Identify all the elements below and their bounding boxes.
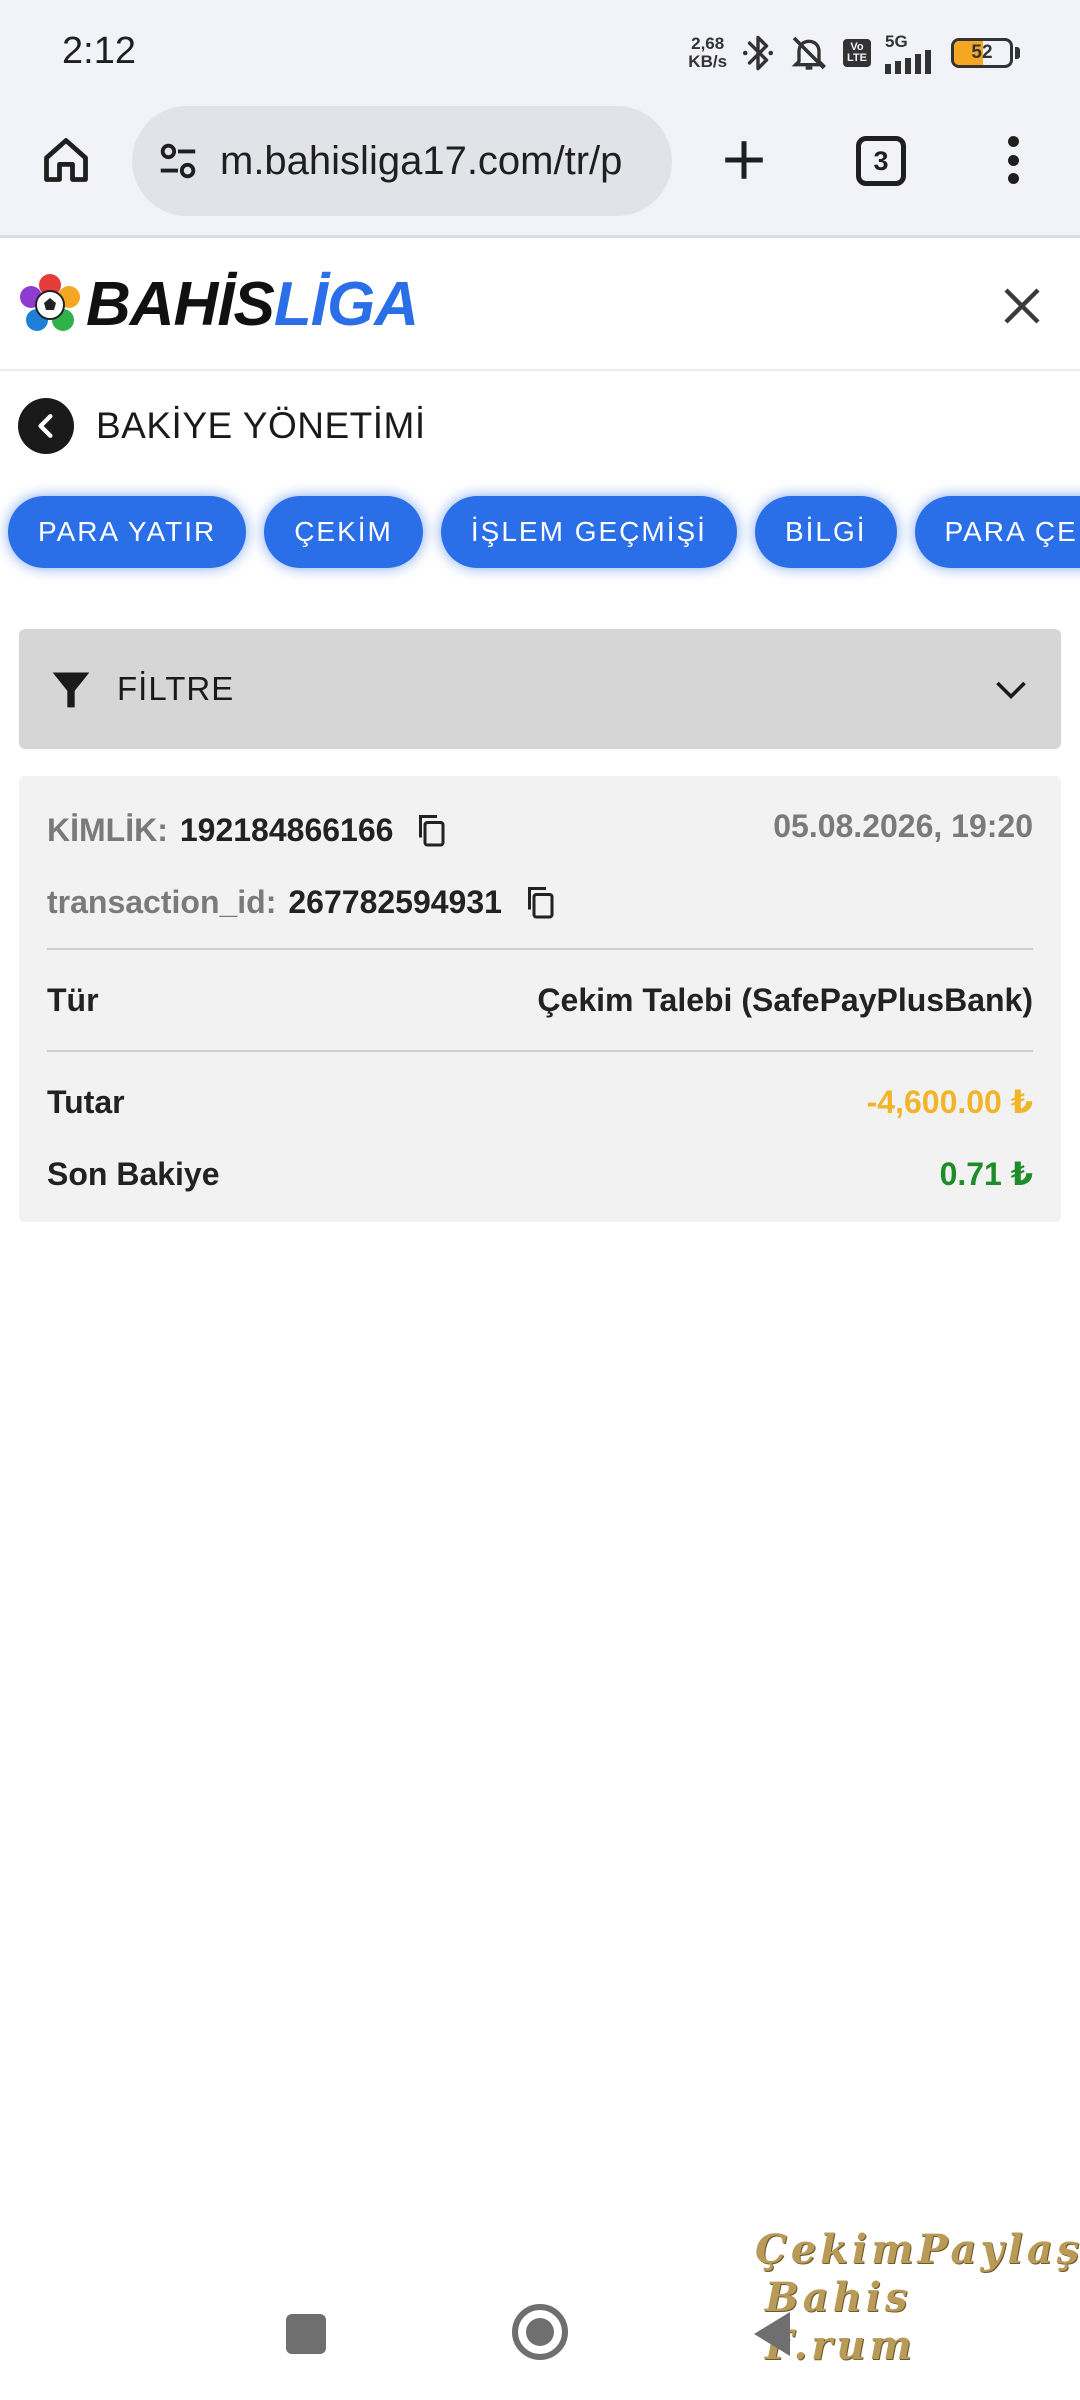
battery-tip xyxy=(1015,47,1020,59)
network-speed: 2,68 KB/s xyxy=(688,35,727,71)
logo-text-part1: BAHİS xyxy=(86,270,275,339)
balance-tabs: PARA YATIR ÇEKİM İŞLEM GEÇMİŞİ BİLGİ PAR… xyxy=(8,496,1080,568)
logo-ball-icon xyxy=(20,274,80,331)
filter-label: FİLTRE xyxy=(117,670,235,707)
site-header: BAHİSLİGA xyxy=(0,241,1080,371)
bluetooth-icon xyxy=(741,33,775,73)
amount-value: -4,600.00 ₺ xyxy=(866,1084,1033,1120)
transaction-ref-row: transaction_id: 267782594931 xyxy=(47,876,560,928)
battery-level: 52 xyxy=(971,42,993,63)
back-triangle-icon[interactable] xyxy=(752,2310,792,2358)
logo-text: BAHİSLİGA xyxy=(86,270,419,339)
site-logo[interactable]: BAHİSLİGA xyxy=(18,269,419,341)
tab-withdrawal-request[interactable]: PARA ÇEKME xyxy=(914,496,1080,568)
amount-label: Tutar xyxy=(47,1083,125,1120)
network-speed-value: 2,68 xyxy=(691,34,725,53)
transaction-id-value: 267782594931 xyxy=(288,883,502,920)
balance-label: Son Bakiye xyxy=(47,1155,220,1192)
tab-info[interactable]: BİLGİ xyxy=(754,496,897,568)
new-tab-plus-icon[interactable] xyxy=(714,130,774,190)
type-row: Tür Çekim Talebi (SafePayPlusBank) xyxy=(47,974,1033,1026)
tab-count: 3 xyxy=(873,145,889,176)
id-value: 192184866166 xyxy=(179,811,394,848)
volte-icon: Vo LTE xyxy=(843,39,871,67)
status-icons: 2,68 KB/s Vo LTE 5G 52 xyxy=(688,28,1020,78)
browser-toolbar: m.bahisliga17.com/tr/p 3 xyxy=(0,100,1080,238)
balance-value: 0.71 ₺ xyxy=(939,1156,1033,1192)
balance-row: Son Bakiye 0.71 ₺ xyxy=(47,1148,1033,1200)
recents-button[interactable] xyxy=(286,2314,326,2354)
page-title-row: BAKİYE YÖNETİMİ xyxy=(18,398,426,454)
page-title: BAKİYE YÖNETİMİ xyxy=(96,405,426,446)
system-nav-bar xyxy=(0,2290,1080,2400)
type-value: Çekim Talebi (SafePayPlusBank) xyxy=(537,981,1033,1018)
more-menu-icon[interactable] xyxy=(998,130,1028,190)
site-settings-icon[interactable] xyxy=(154,137,202,185)
divider xyxy=(47,1050,1033,1052)
tab-withdraw[interactable]: ÇEKİM xyxy=(264,496,423,568)
filter-funnel-icon xyxy=(47,665,95,713)
signal-icon: 5G xyxy=(885,33,937,74)
transaction-id-label: transaction_id: xyxy=(47,883,277,920)
close-icon[interactable] xyxy=(994,278,1050,334)
network-speed-unit: KB/s xyxy=(688,52,728,71)
battery-group: 52 xyxy=(951,38,1020,68)
transaction-date: 05.08.2026, 19:20 xyxy=(773,808,1033,844)
tab-switcher-icon[interactable]: 3 xyxy=(856,136,906,186)
filter-panel[interactable]: FİLTRE xyxy=(19,629,1061,749)
network-type: 5G xyxy=(885,31,908,51)
screen: 2:12 2,68 KB/s Vo LTE 5G 52 m.bahisliga1… xyxy=(0,0,1080,2400)
copy-id-icon[interactable] xyxy=(411,810,451,850)
tab-deposit[interactable]: PARA YATIR xyxy=(8,496,247,568)
type-label: Tür xyxy=(47,981,99,1018)
amount-row: Tutar -4,600.00 ₺ xyxy=(47,1076,1033,1128)
copy-transaction-id-icon[interactable] xyxy=(520,882,560,922)
status-time: 2:12 xyxy=(62,30,136,72)
url-text[interactable]: m.bahisliga17.com/tr/p xyxy=(220,139,650,184)
tab-transaction-history[interactable]: İŞLEM GEÇMİŞİ xyxy=(440,496,737,568)
transaction-id-row: KİMLİK: 192184866166 xyxy=(47,804,451,856)
transaction-card: KİMLİK: 192184866166 05.08.2026, 19:20 t… xyxy=(19,776,1061,1222)
chevron-left-icon xyxy=(38,414,53,438)
status-bar: 2:12 2,68 KB/s Vo LTE 5G 52 xyxy=(0,0,1080,100)
logo-text-part2: LİGA xyxy=(273,270,419,339)
muted-bell-icon xyxy=(789,33,829,73)
watermark-line1: ÇekimPaylaş xyxy=(755,2226,1080,2273)
url-bar[interactable]: m.bahisliga17.com/tr/p xyxy=(132,106,672,216)
divider xyxy=(47,948,1033,950)
battery-icon: 52 xyxy=(951,38,1013,68)
volte-bottom-text: LTE xyxy=(847,52,867,64)
home-icon[interactable] xyxy=(36,130,96,190)
back-button[interactable] xyxy=(18,398,74,454)
chevron-down-icon[interactable] xyxy=(987,665,1035,713)
home-button[interactable] xyxy=(512,2304,568,2360)
id-label: KİMLİK: xyxy=(47,811,168,848)
